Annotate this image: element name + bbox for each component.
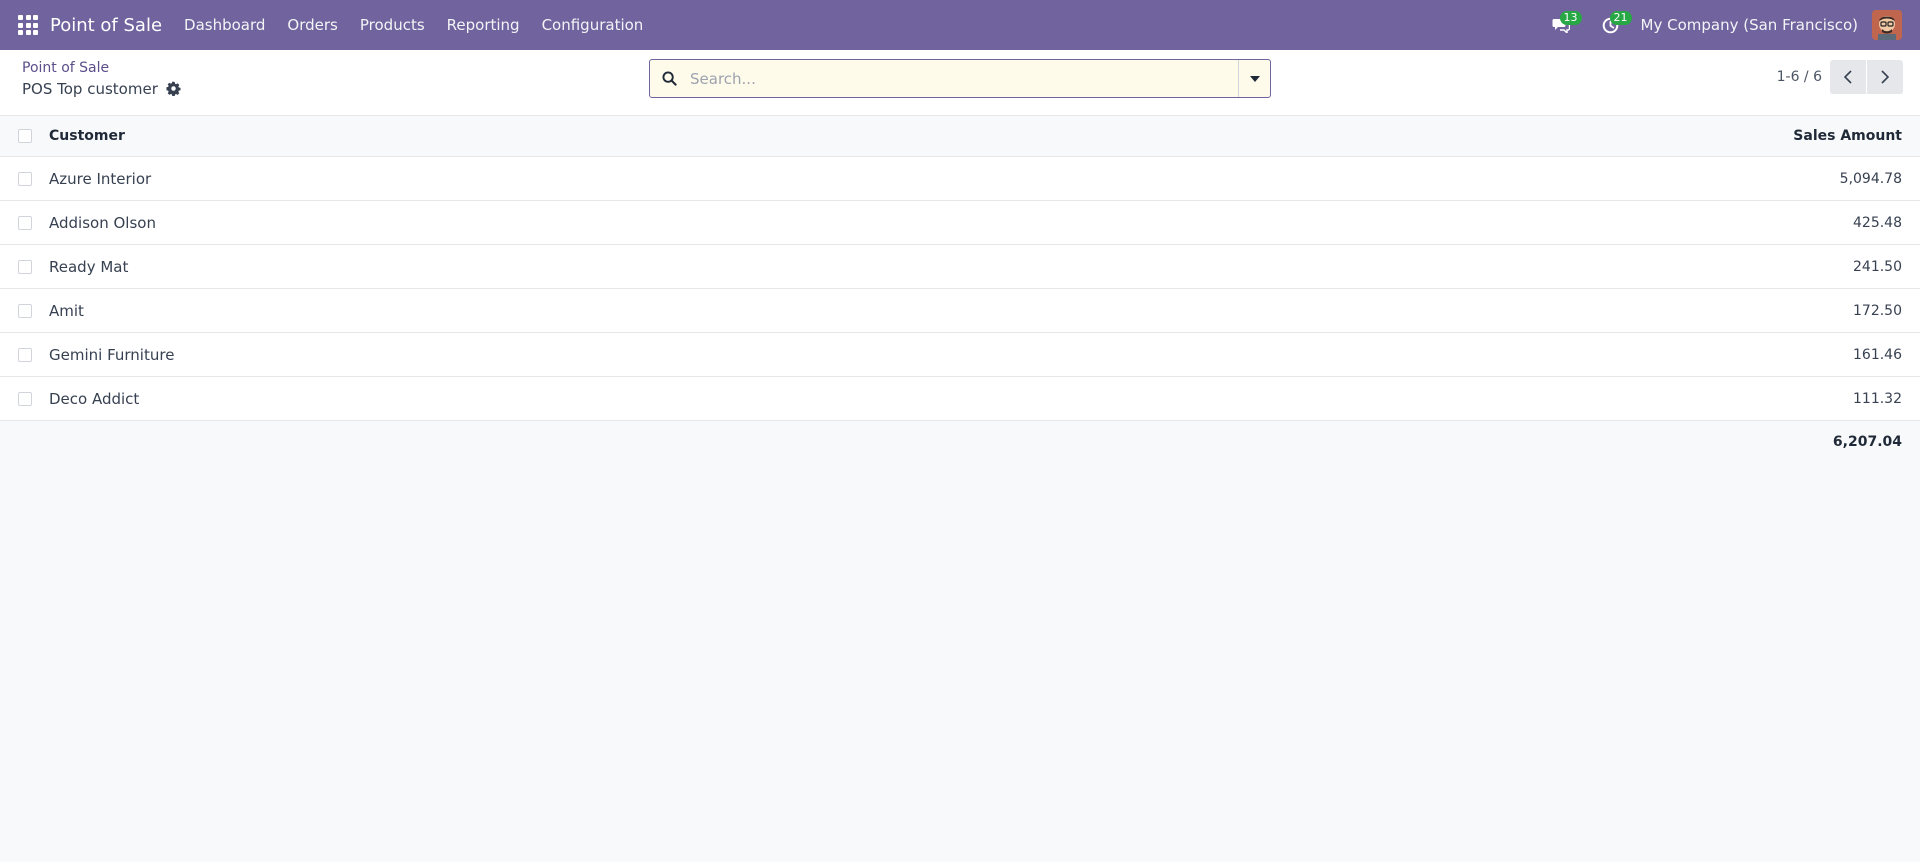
table-header: Customer Sales Amount [0, 116, 1920, 157]
table-row[interactable]: Azure Interior 5,094.78 [0, 157, 1920, 201]
row-checkbox[interactable] [17, 171, 32, 186]
app-brand[interactable]: Point of Sale [50, 15, 162, 36]
chevron-right-icon [1881, 70, 1889, 84]
messages-badge: 13 [1559, 11, 1582, 25]
breadcrumb: Point of Sale POS Top customer [22, 58, 182, 98]
list-view: Customer Sales Amount Azure Interior 5,0… [0, 116, 1920, 463]
table-row[interactable]: Gemini Furniture 161.46 [0, 333, 1920, 377]
activities-badge: 21 [1609, 11, 1632, 25]
search-input[interactable] [688, 60, 1238, 97]
sales-amount-total: 6,207.04 [1832, 434, 1902, 450]
row-sales-amount: 111.32 [1853, 390, 1902, 407]
pager-value[interactable]: 1-6 / 6 [1777, 69, 1822, 85]
menu-dashboard[interactable]: Dashboard [184, 16, 265, 34]
chevron-left-icon [1844, 70, 1852, 84]
main-menu: Dashboard Orders Products Reporting Conf… [184, 16, 665, 34]
row-customer: Ready Mat [49, 257, 129, 276]
page-title-text: POS Top customer [22, 80, 158, 98]
row-customer: Amit [49, 301, 84, 320]
row-checkbox[interactable] [17, 391, 32, 406]
user-avatar-icon [1872, 10, 1902, 40]
row-sales-amount: 241.50 [1853, 258, 1902, 275]
row-sales-amount: 425.48 [1853, 214, 1902, 231]
table-row[interactable]: Ready Mat 241.50 [0, 245, 1920, 289]
breadcrumb-parent[interactable]: Point of Sale [22, 60, 182, 76]
column-sales-amount[interactable]: Sales Amount [1620, 128, 1920, 144]
column-customer[interactable]: Customer [49, 128, 1620, 144]
pager-previous-button[interactable] [1830, 60, 1866, 94]
page-title: POS Top customer [22, 80, 182, 98]
table-row[interactable]: Deco Addict 111.32 [0, 377, 1920, 421]
search-bar [649, 59, 1271, 98]
row-sales-amount: 172.50 [1853, 302, 1902, 319]
top-navbar: Point of Sale Dashboard Orders Products … [0, 0, 1920, 50]
pager-next-button[interactable] [1867, 60, 1903, 94]
menu-orders[interactable]: Orders [287, 16, 337, 34]
app-menu-icon[interactable] [18, 15, 38, 35]
menu-configuration[interactable]: Configuration [542, 16, 644, 34]
select-all-checkbox[interactable] [17, 129, 32, 143]
row-checkbox[interactable] [17, 347, 32, 362]
table-row[interactable]: Amit 172.50 [0, 289, 1920, 333]
table-footer: 6,207.04 [0, 421, 1920, 463]
table-row[interactable]: Addison Olson 425.48 [0, 201, 1920, 245]
row-sales-amount: 5,094.78 [1839, 170, 1902, 187]
gear-icon[interactable] [166, 81, 182, 97]
row-customer: Deco Addict [49, 389, 140, 408]
activities-button[interactable]: 21 [1597, 11, 1632, 39]
company-switcher[interactable]: My Company (San Francisco) [1641, 16, 1858, 34]
systray: 13 21 My Company (San Francisco) [1547, 0, 1920, 50]
row-sales-amount: 161.46 [1853, 346, 1902, 363]
user-avatar[interactable] [1872, 10, 1902, 40]
search-icon [650, 71, 688, 86]
search-options-toggle[interactable] [1238, 60, 1270, 97]
row-checkbox[interactable] [17, 259, 32, 274]
row-customer: Gemini Furniture [49, 345, 175, 364]
row-checkbox[interactable] [17, 215, 32, 230]
row-customer: Addison Olson [49, 213, 156, 232]
pager: 1-6 / 6 [1777, 60, 1903, 94]
row-checkbox[interactable] [17, 303, 32, 318]
row-customer: Azure Interior [49, 169, 152, 188]
messages-button[interactable]: 13 [1547, 11, 1582, 39]
control-panel: Point of Sale POS Top customer 1 [0, 50, 1920, 116]
caret-down-icon [1249, 75, 1260, 82]
menu-reporting[interactable]: Reporting [447, 16, 520, 34]
menu-products[interactable]: Products [360, 16, 425, 34]
